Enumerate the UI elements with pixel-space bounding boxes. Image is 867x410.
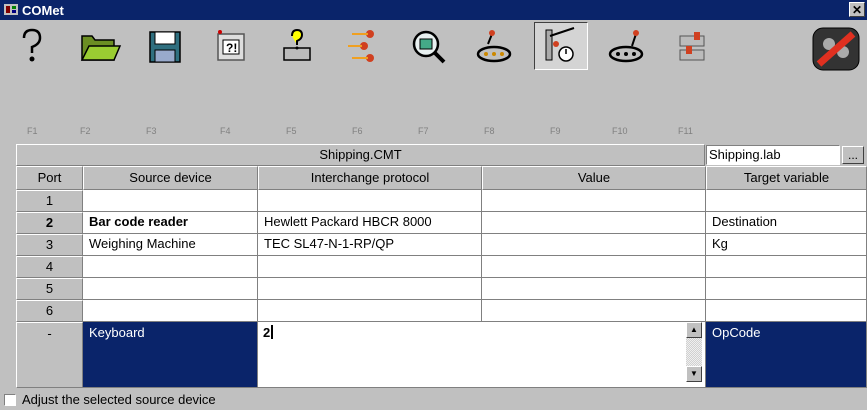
window-title: COMet [22,3,64,18]
f6-key-label: F6 [352,126,363,136]
source-device-cell-4[interactable] [83,256,258,278]
printer-help-icon [283,28,311,61]
adjust-device-label: Adjust the selected source device [22,392,216,407]
target-variable-cell-6[interactable] [706,300,867,322]
source-device-cell-6[interactable] [83,300,258,322]
signal-icon [348,30,374,62]
protocol-cell-4[interactable] [258,256,482,278]
robot-arm-button[interactable]: F8 [462,20,528,144]
save-button[interactable]: F3 [132,20,198,144]
title-bar: COMet ✕ [0,0,867,20]
value-editor[interactable]: 2 [258,322,706,388]
target-variable-cell-3[interactable]: Kg [706,234,867,256]
open-folder-icon [80,35,122,61]
gauge-button[interactable]: F9 [528,20,594,144]
f9-key-label: F9 [550,126,561,136]
row-header-edit[interactable]: - [16,322,83,388]
row-header-port-4[interactable]: 4 [16,256,83,278]
f3-key-label: F3 [146,126,157,136]
value-cell-1[interactable] [482,190,706,212]
browse-button[interactable]: ... [842,146,864,164]
value-editor-scroll-track[interactable] [686,338,702,366]
filename-header: Shipping.CMT [16,144,705,166]
column-header-source-device[interactable]: Source device [83,166,258,190]
target-variable-cell-5[interactable] [706,278,867,300]
film-help-icon: ?! [217,30,245,61]
f1-key-label: F1 [27,126,38,136]
value-cell-6[interactable] [482,300,706,322]
help-icon [22,28,42,62]
text-cursor [271,325,274,339]
target-variable-cell-4[interactable] [706,256,867,278]
adjust-device-button[interactable]: F11 [660,20,726,144]
source-device-cell-5[interactable] [83,278,258,300]
target-variable-cell-2[interactable]: Destination [706,212,867,234]
conveyor-button[interactable]: F10 [594,20,660,144]
target-variable-cell-1[interactable] [706,190,867,212]
protocol-cell-5[interactable] [258,278,482,300]
row-header-port-3[interactable]: 3 [16,234,83,256]
help-button[interactable]: F1 [0,20,66,144]
search-button[interactable]: F7 [396,20,462,144]
source-device-edit-cell[interactable]: Keyboard [83,322,258,388]
column-header-interchange-protocol[interactable]: Interchange protocol [258,166,482,190]
value-cell-4[interactable] [482,256,706,278]
target-variable-edit-cell[interactable]: OpCode [706,322,867,388]
exit-button[interactable] [801,20,867,144]
value-cell-2[interactable] [482,212,706,234]
row-header-port-2[interactable]: 2 [16,212,83,234]
adjust-device-checkbox[interactable] [4,394,16,406]
save-disk-icon [149,31,181,63]
column-header-port[interactable]: Port [16,166,83,190]
protocol-cell-2[interactable]: Hewlett Packard HBCR 8000 [258,212,482,234]
protocol-cell-1[interactable] [258,190,482,212]
exit-icon [812,27,860,71]
svg-text:?!: ?! [226,41,237,55]
f8-key-label: F8 [484,126,495,136]
row-header-port-5[interactable]: 5 [16,278,83,300]
row-header-port-1[interactable]: 1 [16,190,83,212]
source-device-cell-1[interactable] [83,190,258,212]
source-device-cell-2[interactable]: Bar code reader [83,212,258,234]
magnifier-icon [412,30,446,64]
source-device-cell-3[interactable]: Weighing Machine [83,234,258,256]
f4-key-label: F4 [220,126,231,136]
app-icon [4,4,18,15]
print-help-button[interactable]: F5 [264,20,330,144]
conveyor-icon [608,30,644,63]
value-editor-text: 2 [263,325,271,340]
signal-button[interactable]: F6 [330,20,396,144]
f10-key-label: F10 [612,126,628,136]
f11-key-label: F11 [678,126,693,136]
gauge-clock-icon [545,27,575,62]
f2-key-label: F2 [80,126,91,136]
label-file-field[interactable]: Shipping.lab [706,145,840,165]
value-cell-3[interactable] [482,234,706,256]
value-cell-5[interactable] [482,278,706,300]
column-header-target-variable[interactable]: Target variable [706,166,867,190]
value-editor-scroll-down[interactable]: ▼ [686,366,702,382]
protocol-cell-3[interactable]: TEC SL47-N-1-RP/QP [258,234,482,256]
close-button[interactable]: ✕ [849,2,865,17]
row-header-port-6[interactable]: 6 [16,300,83,322]
protocol-cell-6[interactable] [258,300,482,322]
film-help-button[interactable]: ?! F4 [198,20,264,144]
f5-key-label: F5 [286,126,297,136]
robot-arm-icon [476,30,512,63]
value-editor-scroll-up[interactable]: ▲ [686,322,702,338]
f7-key-label: F7 [418,126,429,136]
toolbar: F1 F2 F3 ?! F4 F5 F6 F7 F8 F9 F10 F11 [0,20,867,144]
device-adjust-icon [679,32,705,61]
column-header-value[interactable]: Value [482,166,706,190]
open-button[interactable]: F2 [66,20,132,144]
status-bar: Adjust the selected source device [0,390,867,410]
